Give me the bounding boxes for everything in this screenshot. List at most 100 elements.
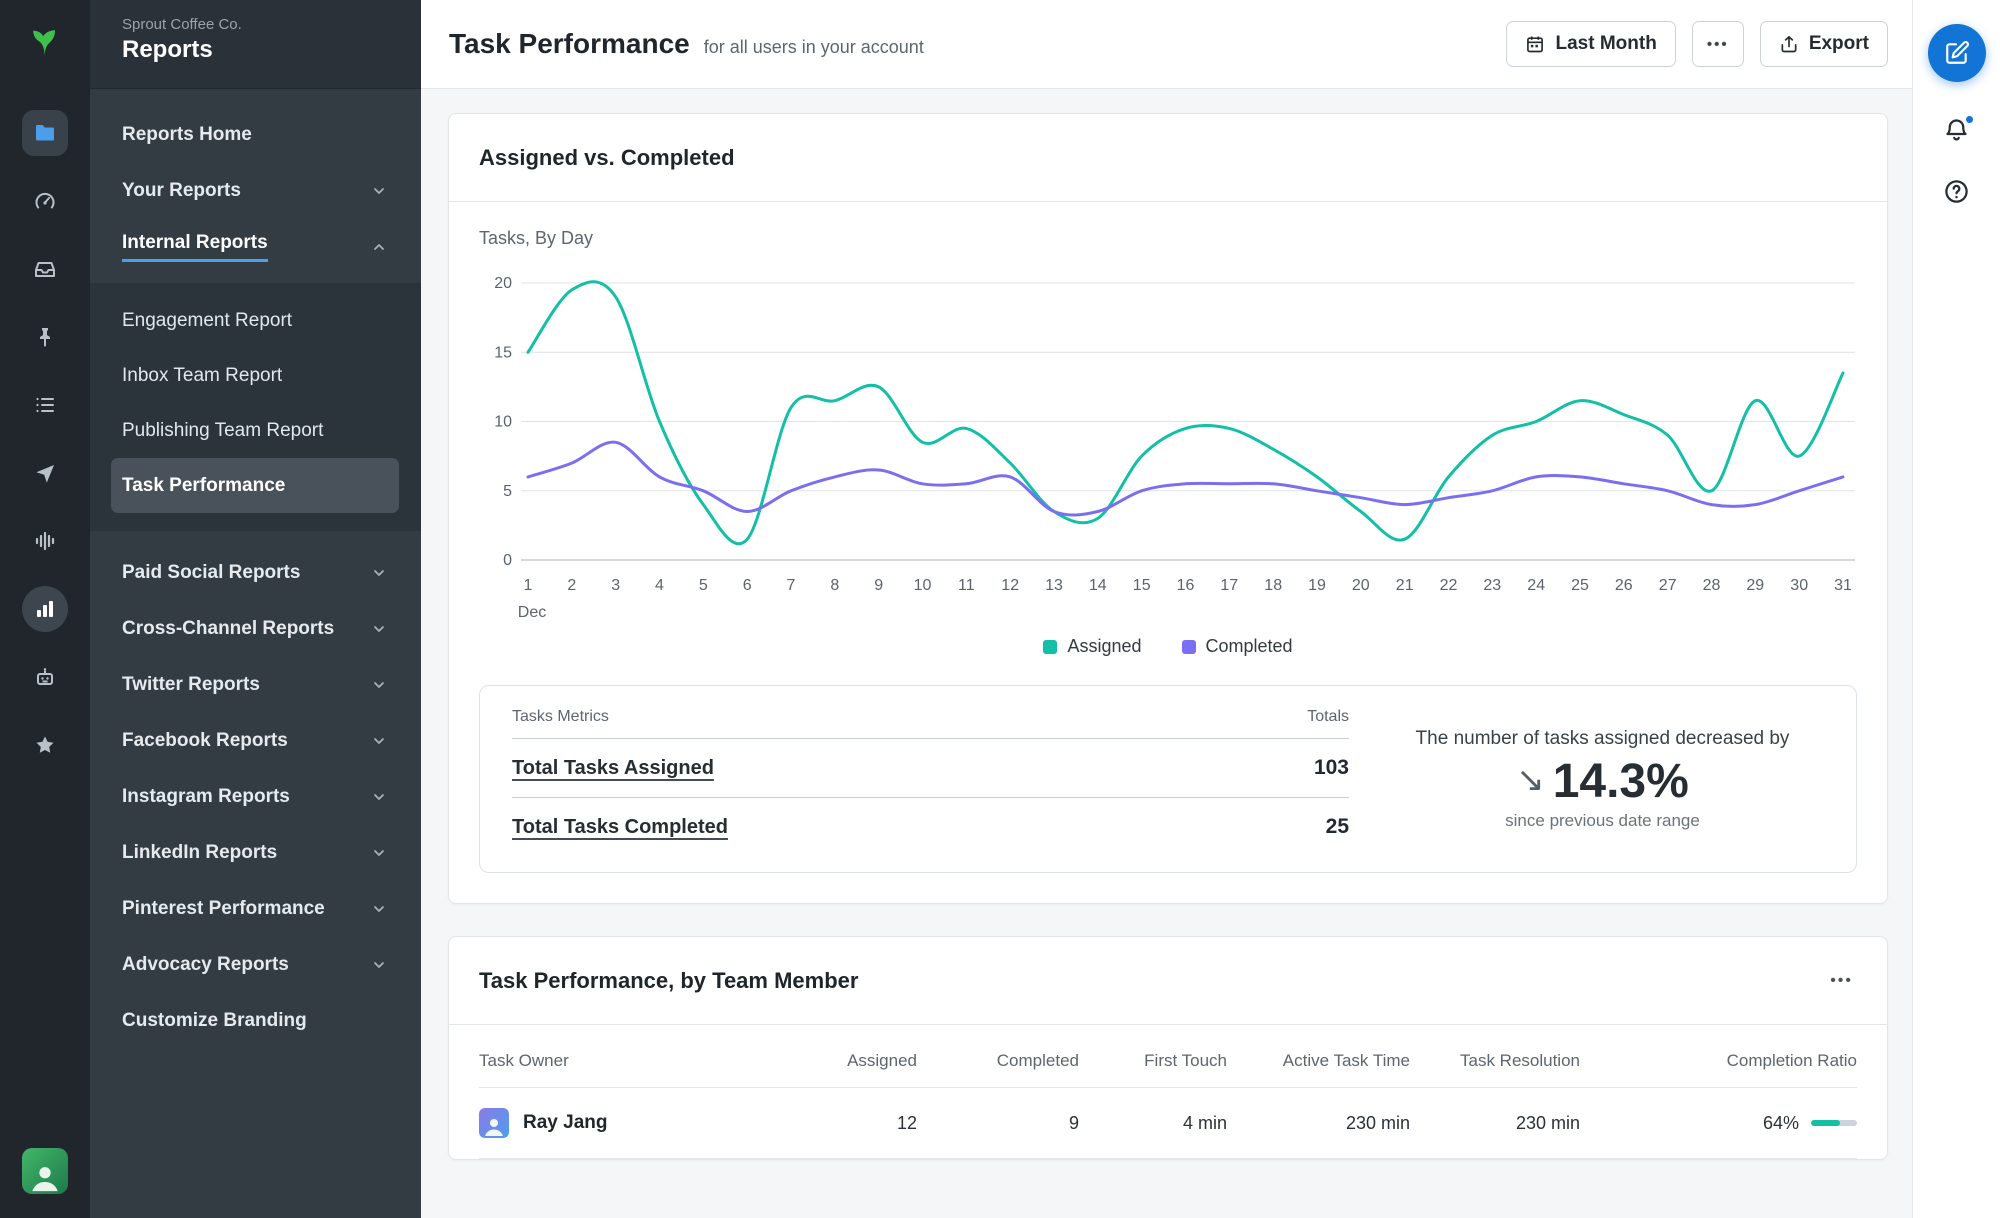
page-header-actions: Last Month ••• Export <box>1506 21 1888 67</box>
sidebar-item-cross-channel-reports[interactable]: Cross-Channel Reports <box>90 601 421 657</box>
sprout-logo[interactable] <box>23 20 67 64</box>
column-header-active-task-time[interactable]: Active Task Time <box>1227 1025 1410 1087</box>
svg-text:20: 20 <box>1352 577 1370 594</box>
legend-swatch <box>1043 640 1057 654</box>
user-avatar[interactable] <box>22 1148 68 1194</box>
completed-cell: 9 <box>917 1093 1079 1154</box>
sidebar-item-instagram-reports[interactable]: Instagram Reports <box>90 769 421 825</box>
sidebar-item-label: Internal Reports <box>122 232 268 262</box>
sidebar-item-inbox-team-report[interactable]: Inbox Team Report <box>90 348 421 403</box>
sidebar-item-label: Twitter Reports <box>122 674 260 696</box>
sidebar-item-advocacy-reports[interactable]: Advocacy Reports <box>90 937 421 993</box>
svg-text:1: 1 <box>524 577 533 594</box>
date-range-button[interactable]: Last Month <box>1506 21 1675 67</box>
sidebar-item-reports-home[interactable]: Reports Home <box>90 107 421 163</box>
task-owner-cell: Ray Jang <box>479 1088 749 1158</box>
more-options-button[interactable]: ••• <box>1692 21 1744 67</box>
sidebar-item-facebook-reports[interactable]: Facebook Reports <box>90 713 421 769</box>
sidebar-header: Sprout Coffee Co. Reports <box>90 0 421 89</box>
bell-icon[interactable] <box>1943 116 1970 146</box>
metric-label-assigned[interactable]: Total Tasks Assigned <box>512 757 714 780</box>
main-area: Task Performance for all users in your a… <box>421 0 1912 1218</box>
column-header-completion-ratio[interactable]: Completion Ratio <box>1580 1025 1857 1087</box>
chevron-down-icon <box>371 901 387 917</box>
sidebar-item-linkedin-reports[interactable]: LinkedIn Reports <box>90 825 421 881</box>
svg-text:27: 27 <box>1659 577 1677 594</box>
svg-text:14: 14 <box>1089 577 1107 594</box>
pin-icon[interactable] <box>22 314 68 360</box>
sidebar-item-twitter-reports[interactable]: Twitter Reports <box>90 657 421 713</box>
column-header-assigned[interactable]: Assigned <box>749 1025 917 1087</box>
chart-card-title: Assigned vs. Completed <box>479 145 735 171</box>
help-icon[interactable] <box>1943 178 1970 208</box>
column-header-completed[interactable]: Completed <box>917 1025 1079 1087</box>
app-shell: Sprout Coffee Co. Reports Reports HomeYo… <box>0 0 2000 1218</box>
svg-text:13: 13 <box>1045 577 1063 594</box>
export-label: Export <box>1809 33 1869 55</box>
completion-ratio-cell: 64% <box>1580 1093 1857 1154</box>
sidebar-item-paid-social-reports[interactable]: Paid Social Reports <box>90 545 421 601</box>
table-row[interactable]: Ray Jang 12 9 4 min 230 min 230 min 64% <box>479 1088 1857 1159</box>
completion-ratio-bar <box>1811 1120 1857 1126</box>
chevron-down-icon <box>371 677 387 693</box>
team-member-card: Task Performance, by Team Member ••• Tas… <box>448 936 1888 1160</box>
completion-ratio-value: 64% <box>1763 1113 1799 1134</box>
chevron-down-icon <box>371 845 387 861</box>
svg-text:10: 10 <box>494 414 512 431</box>
team-card-more-button[interactable]: ••• <box>1826 966 1857 996</box>
svg-text:16: 16 <box>1177 577 1195 594</box>
sidebar-item-pinterest-performance[interactable]: Pinterest Performance <box>90 881 421 937</box>
svg-text:30: 30 <box>1790 577 1808 594</box>
product-rail <box>0 0 90 1218</box>
send-icon[interactable] <box>22 450 68 496</box>
svg-text:5: 5 <box>699 577 708 594</box>
svg-text:29: 29 <box>1746 577 1764 594</box>
metric-value-completed: 25 <box>1326 815 1349 839</box>
legend-label: Completed <box>1206 636 1293 657</box>
svg-text:12: 12 <box>1001 577 1019 594</box>
assigned-vs-completed-card: Assigned vs. Completed Tasks, By Day 051… <box>448 113 1888 904</box>
folder-icon[interactable] <box>22 110 68 156</box>
tasks-by-day-chart: 0510152012345678910111213141516171819202… <box>479 261 1857 626</box>
svg-text:4: 4 <box>655 577 664 594</box>
svg-text:17: 17 <box>1220 577 1238 594</box>
svg-text:2: 2 <box>567 577 576 594</box>
list-icon[interactable] <box>22 382 68 428</box>
inbox-icon[interactable] <box>22 246 68 292</box>
sidebar-item-label: Advocacy Reports <box>122 954 289 976</box>
sidebar-item-task-performance[interactable]: Task Performance <box>111 458 399 513</box>
column-header-task-resolution[interactable]: Task Resolution <box>1410 1025 1580 1087</box>
chart-legend: Assigned Completed <box>479 636 1857 657</box>
export-button[interactable]: Export <box>1760 21 1888 67</box>
page-title: Task Performance <box>449 28 690 60</box>
sidebar-item-your-reports[interactable]: Your Reports <box>90 163 421 219</box>
svg-text:3: 3 <box>611 577 620 594</box>
task-resolution-cell: 230 min <box>1410 1093 1580 1154</box>
sidebar-item-engagement-report[interactable]: Engagement Report <box>90 293 421 348</box>
bot-icon[interactable] <box>22 654 68 700</box>
legend-label: Assigned <box>1067 636 1141 657</box>
metric-row: Total Tasks Completed 25 <box>512 798 1349 856</box>
sidebar-item-publishing-team-report[interactable]: Publishing Team Report <box>90 403 421 458</box>
column-header-task-owner[interactable]: Task Owner <box>479 1025 749 1087</box>
gauge-icon[interactable] <box>22 178 68 224</box>
sidebar-item-customize-branding[interactable]: Customize Branding <box>90 993 421 1049</box>
metrics-header-label: Tasks Metrics <box>512 708 609 726</box>
sidebar-item-label: Facebook Reports <box>122 730 288 752</box>
bar-chart-icon[interactable] <box>22 586 68 632</box>
star-icon[interactable] <box>22 722 68 768</box>
metric-label-completed[interactable]: Total Tasks Completed <box>512 816 728 839</box>
svg-text:23: 23 <box>1483 577 1501 594</box>
report-content: Assigned vs. Completed Tasks, By Day 051… <box>421 89 1912 1218</box>
trend-insight-value: ↘14.3% <box>1385 754 1820 809</box>
svg-text:8: 8 <box>830 577 839 594</box>
member-avatar <box>479 1108 509 1138</box>
compose-button[interactable] <box>1928 24 1986 82</box>
rail-icon-list <box>22 110 68 790</box>
svg-text:0: 0 <box>503 552 512 569</box>
listening-icon[interactable] <box>22 518 68 564</box>
sidebar-item-internal-reports[interactable]: Internal Reports <box>90 219 421 275</box>
legend-item-assigned[interactable]: Assigned <box>1043 636 1141 657</box>
column-header-first-touch[interactable]: First Touch <box>1079 1025 1227 1087</box>
legend-item-completed[interactable]: Completed <box>1182 636 1293 657</box>
